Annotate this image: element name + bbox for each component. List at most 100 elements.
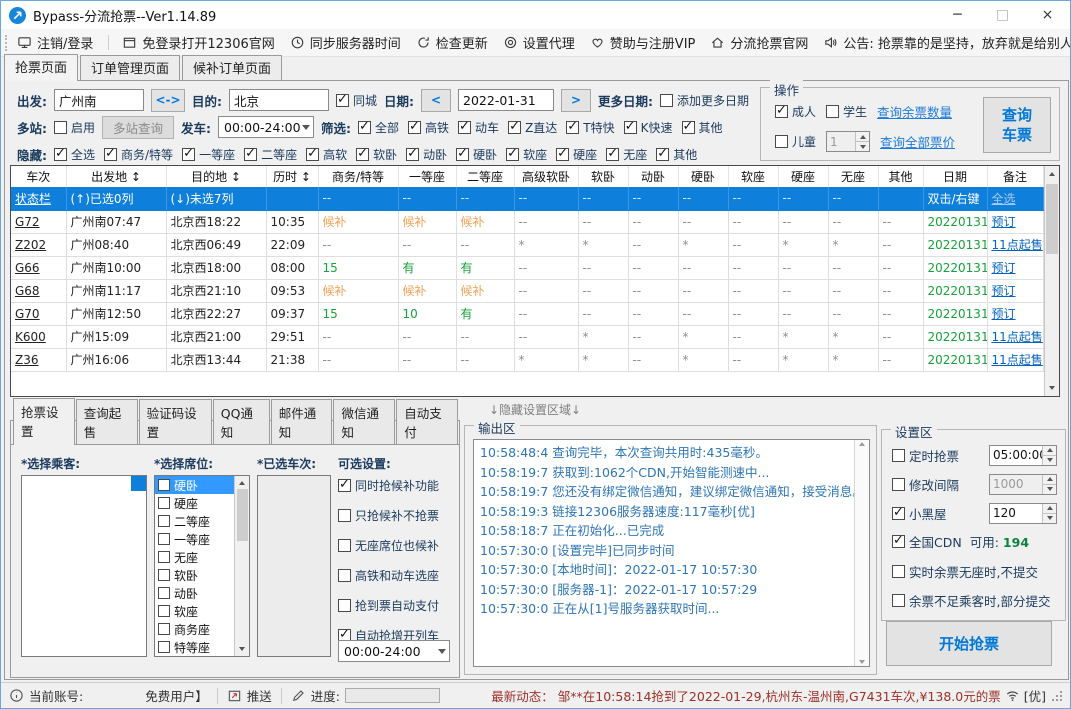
multi-station-query-button[interactable]: 多站查询 (102, 115, 175, 139)
selected-trains-list[interactable] (257, 475, 331, 657)
adult-checkbox[interactable]: 成人 (775, 103, 816, 120)
config-extra-checkbox[interactable]: 实时余票无座时,不提交 (892, 562, 1038, 581)
column-header[interactable]: 商务/特等 (318, 166, 399, 187)
tab-grab-page[interactable]: 抢票页面 (4, 54, 79, 81)
hide-checkbox[interactable]: 商务/特等 (104, 146, 173, 163)
hide-checkbox[interactable]: 全选 (54, 146, 95, 163)
column-header[interactable]: 无座 (828, 166, 879, 187)
add-more-dates-checkbox[interactable]: 添加更多日期 (660, 92, 749, 109)
tab-order-manage-page[interactable]: 订单管理页面 (80, 55, 181, 80)
filter-checkbox[interactable]: 高铁 (408, 119, 449, 136)
settings-tab[interactable]: 邮件通知 (270, 399, 333, 444)
toolbar-item[interactable]: 检查更新 (416, 33, 488, 52)
train-number-link[interactable]: Z202 (11, 233, 67, 257)
hide-checkbox[interactable]: 一等座 (182, 146, 235, 163)
seat-option[interactable]: 特等座 (155, 638, 234, 656)
remark-link[interactable]: 11点起售 (987, 325, 1044, 349)
scrollbar-thumb[interactable] (1045, 184, 1058, 254)
toolbar-item[interactable]: 免登录打开12306官网 (122, 33, 275, 52)
select-all-link[interactable]: 全选 (987, 187, 1044, 211)
filter-checkbox[interactable]: 全部 (358, 119, 399, 136)
seat-option[interactable]: 二等座 (155, 512, 234, 530)
hide-checkbox[interactable]: 硬座 (556, 146, 597, 163)
column-header[interactable]: 车次 (11, 166, 67, 187)
close-button[interactable]: × (1025, 1, 1070, 29)
hide-checkbox[interactable]: 其他 (656, 146, 697, 163)
config-checkbox[interactable]: 小黑屋 (892, 504, 947, 523)
settings-tab[interactable]: 抢票设置 (13, 398, 75, 445)
column-header[interactable]: 软卧 (578, 166, 629, 187)
scroll-down-icon[interactable] (1044, 380, 1059, 396)
cdn-checkbox[interactable]: 全国CDN (892, 532, 962, 551)
table-row[interactable]: G72 广州南07:47 北京西18:22 10:35 候补 候补 候补 -- -- -- -- --… (11, 210, 1044, 234)
table-row[interactable]: G68 广州南11:17 北京西21:10 09:53 候补 候补 候补 -- -- -- -- --… (11, 279, 1044, 303)
depart-input[interactable]: 广州南 (54, 89, 144, 111)
filter-checkbox[interactable]: T特快 (566, 119, 615, 136)
hide-checkbox[interactable]: 高软 (306, 146, 347, 163)
date-next-button[interactable]: > (561, 88, 592, 112)
resize-grip[interactable] (1052, 691, 1062, 701)
column-header[interactable]: 其他 (878, 166, 924, 187)
hide-checkbox[interactable]: 二等座 (244, 146, 297, 163)
toolbar-item[interactable]: 注销/登录 (17, 33, 93, 52)
seat-option[interactable]: 软座 (155, 602, 234, 620)
scroll-down-icon[interactable] (859, 660, 865, 664)
same-city-checkbox[interactable]: 同城 (336, 92, 377, 109)
multi-station-enable-checkbox[interactable]: 启用 (54, 119, 95, 136)
stepper-arrows[interactable] (855, 132, 870, 151)
toolbar-item[interactable]: 公告: 抢票靠的是坚持，放弃就是给别人机会! (823, 33, 1070, 52)
hide-checkbox[interactable]: 硬卧 (456, 146, 497, 163)
seat-option[interactable]: 无座 (155, 548, 234, 566)
toolbar-item[interactable]: 设置代理 (503, 33, 575, 52)
query-ticket-button[interactable]: 查询 车票 (983, 97, 1051, 153)
config-stepper[interactable]: 1000 (989, 473, 1057, 495)
column-header[interactable]: 备注 (987, 166, 1044, 187)
scroll-up-icon[interactable] (1044, 166, 1059, 182)
child-count-stepper[interactable]: 1 (826, 131, 871, 152)
settings-tab[interactable]: 查询起售 (75, 399, 138, 444)
date-input[interactable]: 2022-01-31 (458, 89, 555, 111)
seat-option[interactable]: 商务座 (155, 620, 234, 638)
column-header[interactable]: 软座 (728, 166, 779, 187)
config-checkbox[interactable]: 修改间隔 (892, 475, 959, 494)
config-stepper[interactable]: 120 (989, 502, 1057, 524)
config-stepper[interactable]: 05:00:00 (989, 444, 1057, 466)
query-seat-count-link[interactable]: 查询余票数量 (877, 102, 952, 121)
config-extra-checkbox[interactable]: 余票不足乘客时,部分提交 (892, 591, 1050, 610)
column-header[interactable]: 出发地 ↕ (66, 166, 167, 187)
hide-checkbox[interactable]: 动卧 (406, 146, 447, 163)
remark-link[interactable]: 11点起售 (987, 348, 1044, 372)
grab-option-checkbox[interactable]: 无座席位也候补 (338, 537, 456, 554)
maximize-button[interactable]: □ (980, 1, 1025, 29)
seat-option[interactable]: 硬卧 (155, 476, 234, 494)
passenger-list-scroll-thumb[interactable] (131, 476, 146, 491)
table-row[interactable]: Z202 广州08:40 北京西06:49 22:09 -- -- -- * * -- * -- * * -… (11, 233, 1044, 257)
filter-checkbox[interactable]: K快速 (623, 119, 673, 136)
seat-option[interactable]: 动卧 (155, 584, 234, 602)
grab-option-checkbox[interactable]: 同时抢候补功能 (338, 477, 456, 494)
settings-tab[interactable]: 微信通知 (333, 399, 396, 444)
tab-waitlist-order-page[interactable]: 候补订单页面 (182, 55, 283, 80)
stepper-arrows[interactable] (1042, 474, 1056, 494)
date-prev-button[interactable]: < (421, 88, 452, 112)
column-header[interactable]: 二等座 (456, 166, 515, 187)
remark-link[interactable]: 11点起售 (987, 233, 1044, 257)
remark-link[interactable]: 预订 (987, 302, 1044, 326)
seat-option[interactable]: 硬座 (155, 494, 234, 512)
train-number-link[interactable]: G66 (11, 256, 67, 280)
swap-stations-button[interactable]: <-> (151, 88, 185, 112)
config-checkbox[interactable]: 定时抢票 (892, 446, 959, 465)
toolbar-item[interactable]: 赞助与注册VIP (590, 33, 695, 52)
hide-checkbox[interactable]: 软座 (506, 146, 547, 163)
push-label[interactable]: 推送 (247, 686, 272, 705)
table-row[interactable]: G66 广州南10:00 北京西18:00 08:00 15 有有 -- -- -- -- -- --… (11, 256, 1044, 280)
stepper-arrows[interactable] (1042, 503, 1056, 523)
table-row[interactable]: Z36 广州16:06 北京西13:44 21:38 -- -- -- * * -- * -- * * --… (11, 348, 1044, 372)
hide-checkbox[interactable]: 软卧 (356, 146, 397, 163)
column-header[interactable]: 硬座 (778, 166, 829, 187)
column-header[interactable]: 一等座 (398, 166, 457, 187)
grab-option-checkbox[interactable]: 高铁和动车选座 (338, 567, 456, 584)
settings-tab[interactable]: 自动支付 (396, 399, 459, 444)
train-number-link[interactable]: K600 (11, 325, 67, 349)
child-checkbox[interactable]: 儿童 (775, 133, 816, 150)
